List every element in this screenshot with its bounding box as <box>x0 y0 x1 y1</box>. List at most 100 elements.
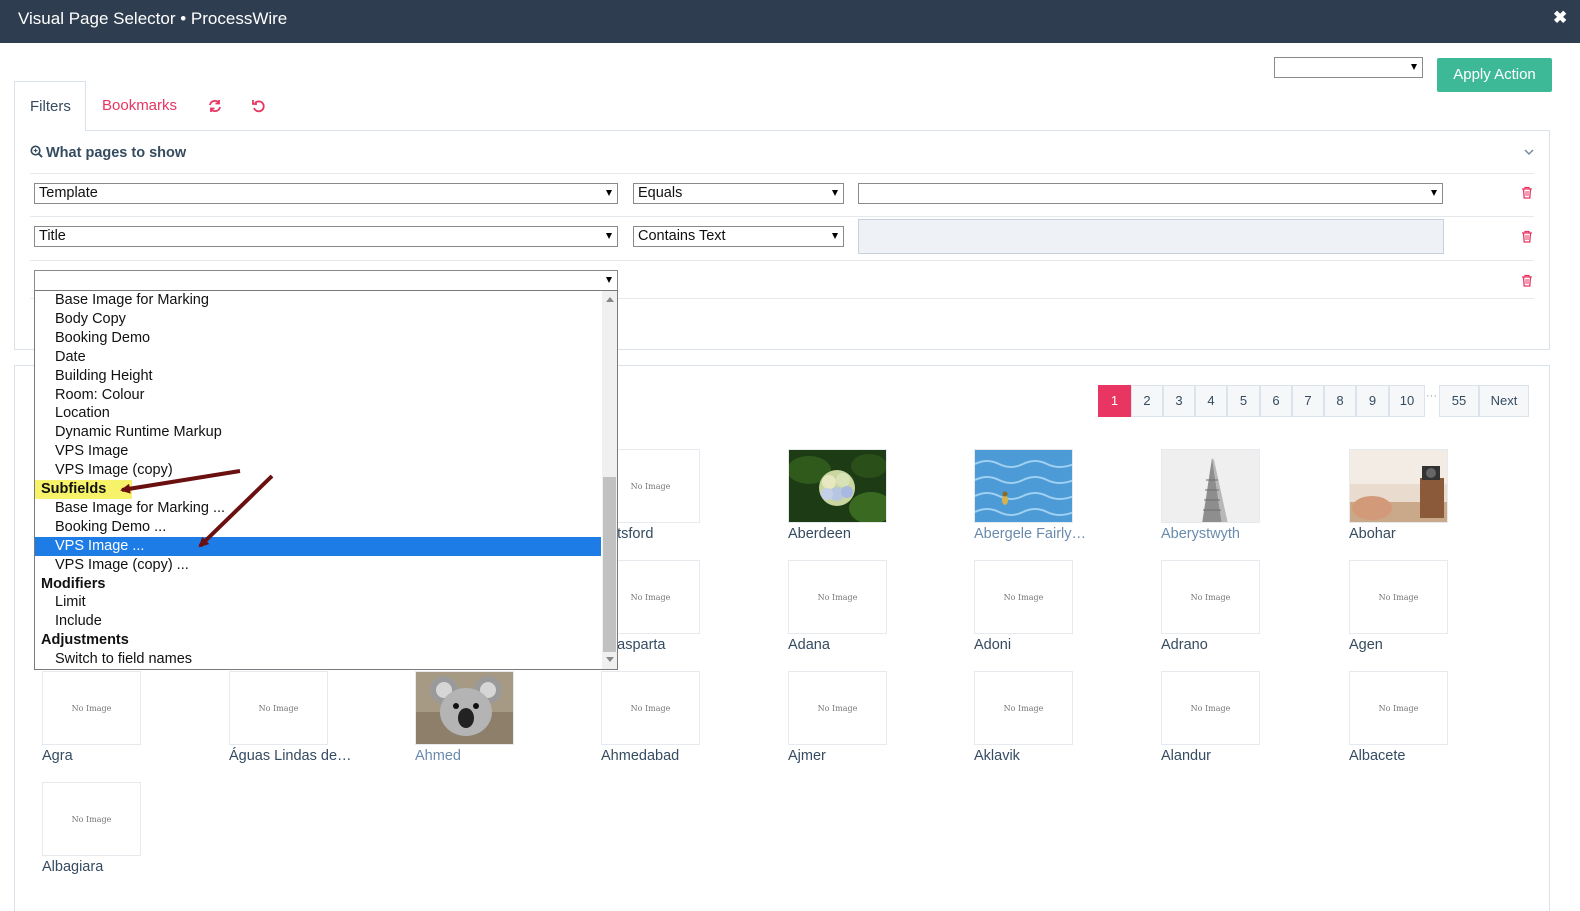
page-10-button[interactable]: 10 <box>1389 385 1425 417</box>
divider <box>30 216 1534 217</box>
dropdown-option[interactable]: Building Height <box>35 367 601 386</box>
dropdown-option[interactable]: Base Image for Marking <box>35 291 601 310</box>
result-thumbnail[interactable]: No Image <box>1161 560 1260 634</box>
result-thumbnail[interactable]: No Image <box>42 782 141 856</box>
trash-icon[interactable] <box>1521 186 1533 199</box>
result-title[interactable]: Ahmed <box>415 748 461 764</box>
close-icon[interactable]: ✖ <box>1553 8 1567 28</box>
page-9-button[interactable]: 9 <box>1356 385 1389 417</box>
dropdown-option[interactable]: Body Copy <box>35 310 601 329</box>
filter-value-select[interactable] <box>858 183 1443 204</box>
next-page-button[interactable]: Next <box>1479 385 1529 417</box>
dropdown-option[interactable]: Limit <box>35 593 601 612</box>
result-title[interactable]: Adrano <box>1161 637 1208 653</box>
dropdown-option[interactable]: VPS Image (copy) ... <box>35 556 601 575</box>
chevron-down-icon[interactable] <box>1523 146 1535 158</box>
page-7-button[interactable]: 7 <box>1292 385 1324 417</box>
result-thumbnail[interactable] <box>974 449 1073 523</box>
filter-field-select-open[interactable] <box>34 270 618 291</box>
result-title[interactable]: Agra <box>42 748 73 764</box>
dropdown-arrow-icon <box>1431 190 1437 196</box>
result-thumbnail[interactable] <box>415 671 514 745</box>
page-2-button[interactable]: 2 <box>1131 385 1163 417</box>
result-title[interactable]: Adoni <box>974 637 1011 653</box>
filter-operator-select[interactable]: Contains Text <box>633 226 844 247</box>
result-thumbnail[interactable]: No Image <box>974 560 1073 634</box>
result-title[interactable]: Aberdeen <box>788 526 851 542</box>
dropdown-group-label: Subfields <box>35 480 132 499</box>
refresh-icon[interactable] <box>207 98 223 114</box>
dropdown-option[interactable]: VPS Image (copy) <box>35 461 601 480</box>
filter-field-select[interactable]: Template <box>34 183 618 204</box>
result-title[interactable]: Ajmer <box>788 748 826 764</box>
dropdown-option[interactable]: Base Image for Marking ... <box>35 499 601 518</box>
dropdown-arrow-icon <box>1411 64 1417 70</box>
result-title[interactable]: Abergele Fairly… <box>974 526 1086 542</box>
page-3-button[interactable]: 3 <box>1163 385 1195 417</box>
filter-operator-value: Contains Text <box>638 228 726 244</box>
result-thumbnail[interactable] <box>1349 449 1448 523</box>
result-title[interactable]: Agen <box>1349 637 1383 653</box>
result-title[interactable]: Alandur <box>1161 748 1211 764</box>
result-title[interactable]: Aberystwyth <box>1161 526 1240 542</box>
result-thumbnail[interactable] <box>1161 449 1260 523</box>
dropdown-option[interactable]: VPS Image ... <box>35 536 601 556</box>
filter-text-input[interactable] <box>858 219 1444 254</box>
result-thumbnail[interactable] <box>788 449 887 523</box>
result-title[interactable]: Albacete <box>1349 748 1405 764</box>
result-thumbnail[interactable]: No Image <box>974 671 1073 745</box>
trash-icon[interactable] <box>1521 274 1533 287</box>
no-image-label: No Image <box>630 482 671 491</box>
result-title[interactable]: Ahmedabad <box>601 748 679 764</box>
dropdown-option[interactable]: Dynamic Runtime Markup <box>35 423 601 442</box>
result-thumbnail[interactable]: No Image <box>1349 671 1448 745</box>
dropdown-option[interactable]: Date <box>35 348 601 367</box>
dropdown-option[interactable]: Include <box>35 612 601 631</box>
result-thumbnail[interactable]: No Image <box>229 671 328 745</box>
action-select[interactable] <box>1274 57 1423 78</box>
page-6-button[interactable]: 6 <box>1260 385 1292 417</box>
pool-photo <box>975 450 1072 522</box>
filters-heading[interactable]: What pages to show <box>30 145 186 161</box>
page-4-button[interactable]: 4 <box>1195 385 1227 417</box>
result-thumbnail[interactable]: No Image <box>1161 671 1260 745</box>
no-image-label: No Image <box>1003 593 1044 602</box>
field-dropdown-list[interactable]: Base Image for Marking Body Copy Booking D… <box>34 290 618 670</box>
dropdown-option[interactable]: VPS Image <box>35 442 601 461</box>
result-title[interactable]: Aklavik <box>974 748 1020 764</box>
building-photo <box>1162 450 1259 522</box>
no-image-label: No Image <box>1378 704 1419 713</box>
dropdown-option[interactable]: Room: Colour <box>35 386 601 405</box>
page-last-button[interactable]: 55 <box>1439 385 1479 417</box>
tab-bookmarks-label: Bookmarks <box>102 97 178 114</box>
dropdown-option[interactable]: Booking Demo ... <box>35 518 601 537</box>
search-zoom-icon <box>30 145 43 158</box>
filter-field-select[interactable]: Title <box>34 226 618 247</box>
result-thumbnail[interactable]: No Image <box>42 671 141 745</box>
result-thumbnail[interactable]: No Image <box>601 671 700 745</box>
apply-action-button[interactable]: Apply Action <box>1437 58 1552 92</box>
scrollbar-thumb[interactable] <box>603 477 616 652</box>
tab-filters[interactable]: Filters <box>14 81 86 131</box>
filter-operator-select[interactable]: Equals <box>633 183 844 204</box>
result-thumbnail[interactable]: No Image <box>788 560 887 634</box>
dropdown-option[interactable]: Switch to field names <box>35 650 601 669</box>
result-thumbnail[interactable]: No Image <box>788 671 887 745</box>
undo-icon[interactable] <box>251 98 267 114</box>
page-5-button[interactable]: 5 <box>1227 385 1260 417</box>
result-title[interactable]: Abohar <box>1349 526 1396 542</box>
result-title[interactable]: Águas Lindas de… <box>229 748 352 764</box>
scroll-down-icon[interactable] <box>606 657 614 662</box>
tab-bookmarks[interactable]: Bookmarks <box>102 97 177 114</box>
page-1-button[interactable]: 1 <box>1098 385 1131 417</box>
trash-icon[interactable] <box>1521 230 1533 243</box>
result-thumbnail[interactable]: No Image <box>1349 560 1448 634</box>
scroll-up-icon[interactable] <box>606 297 614 302</box>
dropdown-option[interactable]: Booking Demo <box>35 329 601 348</box>
result-title[interactable]: Albagiara <box>42 859 103 875</box>
page-8-button[interactable]: 8 <box>1324 385 1356 417</box>
dropdown-scrollbar[interactable] <box>602 291 617 669</box>
dropdown-arrow-icon <box>832 190 838 196</box>
result-title[interactable]: Adana <box>788 637 830 653</box>
dropdown-option[interactable]: Location <box>35 404 601 423</box>
